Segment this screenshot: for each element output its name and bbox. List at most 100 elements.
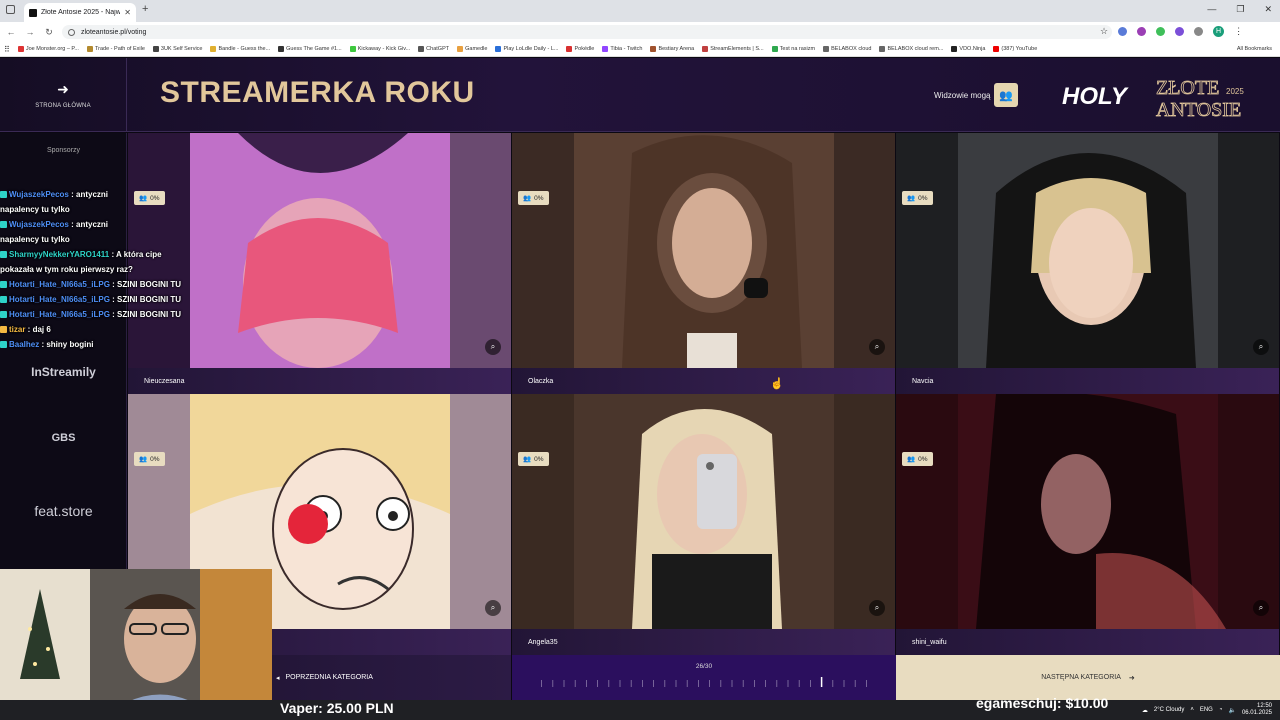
category-progress: 26/30 bbox=[512, 655, 896, 700]
nominee-card[interactable]: 👥 0% ⌕ Angela35 bbox=[512, 394, 895, 655]
bookmark-item[interactable]: BELABOX cloud bbox=[823, 46, 871, 52]
zoom-icon[interactable]: ⌕ bbox=[485, 600, 501, 616]
bookmark-item[interactable]: Joe Monster.org – P... bbox=[17, 46, 79, 52]
bookmark-item[interactable]: Trade - Path of Exile bbox=[86, 46, 145, 52]
close-window-icon[interactable]: ✕ bbox=[1264, 4, 1272, 15]
chat-username: Hotarti_Hate_NI66a5_iLPG bbox=[9, 295, 110, 304]
nominee-name: shini_waifu bbox=[896, 629, 1279, 655]
bookmark-star-icon[interactable]: ☆ bbox=[1100, 26, 1108, 37]
bookmark-item[interactable]: Gamedle bbox=[457, 46, 487, 52]
home-button[interactable]: ➜ STRONA GŁÓWNA bbox=[0, 58, 127, 132]
back-arrow-icon: ➜ bbox=[57, 81, 69, 97]
extension-icons: ☆ H ⋮ bbox=[1100, 26, 1243, 37]
bookmark-item[interactable]: BELABOX cloud rem... bbox=[879, 46, 943, 52]
reload-icon[interactable]: ↻ bbox=[41, 27, 57, 38]
chat-username: tizar bbox=[9, 325, 26, 334]
nominee-photo bbox=[896, 394, 1279, 629]
volume-icon[interactable]: 🔈 bbox=[1228, 707, 1235, 714]
tab-list-icon[interactable] bbox=[6, 5, 15, 14]
system-tray: ☁ 2°C Cloudy ˄ ENG ◔ 🔈 12:50 06.01.2025 bbox=[1142, 700, 1280, 720]
bookmark-item[interactable]: VDO.Ninja bbox=[951, 46, 985, 52]
zlote-antosie-logo: HOLY ZŁOTE 2025 ANTOSIE bbox=[1062, 77, 1244, 120]
new-tab-icon[interactable]: + bbox=[142, 3, 148, 15]
svg-text:ANTOSIE: ANTOSIE bbox=[1156, 99, 1241, 120]
chat-badge-icon bbox=[0, 311, 7, 319]
viewers-vote-button[interactable]: 👥 bbox=[994, 83, 1018, 107]
sponsor-instreamily-logo[interactable]: InStreamily bbox=[0, 365, 127, 379]
extension-icon[interactable] bbox=[1156, 27, 1166, 36]
browser-tab[interactable]: Złote Antosie 2025 - Największe ✕ bbox=[24, 3, 136, 22]
address-bar[interactable]: zloteantosie.pl/voting bbox=[62, 25, 1112, 39]
bookmark-item[interactable]: Tibia - Twitch bbox=[602, 46, 642, 52]
window-controls: — ❐ ✕ bbox=[1207, 4, 1272, 15]
browser-toolbar: ← → ↻ zloteantosie.pl/voting ☆ H ⋮ bbox=[0, 22, 1280, 42]
next-category-label: NASTĘPNA KATEGORIA bbox=[1041, 674, 1121, 681]
chat-text: napalency tu tylko bbox=[0, 205, 70, 214]
group-icon: 👥 bbox=[907, 456, 916, 463]
extension-icon[interactable] bbox=[1137, 27, 1147, 36]
close-tab-icon[interactable]: ✕ bbox=[124, 8, 131, 17]
chat-message: pokazała w tym roku pierwszy raz? bbox=[0, 262, 200, 277]
donation-vaper: Vaper: 25.00 PLN bbox=[280, 700, 394, 716]
browser-tab-bar: Złote Antosie 2025 - Największe ✕ + — ❐ … bbox=[0, 0, 1280, 22]
bookmark-item[interactable]: Bandle - Guess the... bbox=[210, 46, 270, 52]
group-icon: 👥 bbox=[523, 456, 532, 463]
bookmark-item[interactable]: Bestiary Arena bbox=[650, 46, 694, 52]
vote-percent-badge: 👥 0% bbox=[518, 452, 549, 466]
category-navigation: ◂ POPRZEDNIA KATEGORIA 26/30 NASTĘPNA KA… bbox=[128, 655, 1280, 700]
chat-text: : SZINI BOGINI TU bbox=[109, 310, 182, 319]
bookmark-item[interactable]: Play LoLdle Daily - L... bbox=[495, 46, 558, 52]
nominee-card[interactable]: 👥 0% ⌕ Olaczka bbox=[512, 133, 895, 394]
apps-grid-icon[interactable]: ⠿ bbox=[4, 45, 10, 54]
wifi-icon[interactable]: ◔ bbox=[1219, 707, 1223, 713]
nominee-name: Navcia bbox=[896, 368, 1279, 394]
page-header: ➜ STRONA GŁÓWNA STREAMERKA ROKU Widzowie… bbox=[0, 58, 1280, 132]
minimize-icon[interactable]: — bbox=[1207, 4, 1216, 15]
bookmark-item[interactable]: ChatGPT bbox=[418, 46, 449, 52]
chat-username: Hotarti_Hate_NI66a5_iLPG bbox=[9, 310, 110, 319]
extension-icon[interactable] bbox=[1175, 27, 1185, 36]
chat-text: : SZINI BOGINI TU bbox=[109, 280, 182, 289]
streamer-webcam bbox=[0, 569, 272, 720]
menu-icon[interactable]: ⋮ bbox=[1234, 26, 1243, 37]
zoom-icon[interactable]: ⌕ bbox=[1253, 600, 1269, 616]
clock[interactable]: 12:50 06.01.2025 bbox=[1242, 703, 1272, 717]
bookmark-item[interactable]: Kickaway - Kick Giv... bbox=[349, 46, 410, 52]
language-indicator[interactable]: ENG bbox=[1200, 707, 1213, 713]
extension-icon[interactable] bbox=[1118, 27, 1128, 36]
sponsor-featstore-logo[interactable]: feat.store bbox=[0, 503, 127, 519]
chat-username: WujaszekPecos bbox=[9, 190, 69, 199]
maximize-icon[interactable]: ❐ bbox=[1236, 4, 1244, 15]
sponsors-header: Sponsorzy bbox=[46, 147, 81, 154]
zoom-icon[interactable]: ⌕ bbox=[485, 339, 501, 355]
tab-title: Złote Antosie 2025 - Największe bbox=[41, 9, 121, 16]
nominee-photo bbox=[512, 394, 895, 629]
viewers-label: Widzowie mogą bbox=[934, 91, 991, 100]
vote-percent-badge: 👥 0% bbox=[902, 452, 933, 466]
bookmark-item[interactable]: StreamElements | S... bbox=[702, 46, 764, 52]
forward-icon[interactable]: → bbox=[22, 27, 38, 37]
zoom-icon[interactable]: ⌕ bbox=[869, 339, 885, 355]
next-category-button[interactable]: NASTĘPNA KATEGORIA ➜ bbox=[896, 655, 1280, 700]
zoom-icon[interactable]: ⌕ bbox=[869, 600, 885, 616]
vote-percent-badge: 👥 0% bbox=[134, 452, 165, 466]
tray-chevron-icon[interactable]: ˄ bbox=[1190, 707, 1194, 713]
nominee-card[interactable]: 👥 0% ⌕ Navcia bbox=[896, 133, 1279, 394]
site-info-icon[interactable] bbox=[68, 28, 75, 36]
bookmark-item[interactable]: Guess The Game #1... bbox=[278, 46, 342, 52]
back-icon[interactable]: ← bbox=[3, 27, 19, 37]
extensions-puzzle-icon[interactable] bbox=[1194, 27, 1204, 36]
nominee-photo bbox=[512, 133, 895, 368]
sponsor-gbs-logo[interactable]: GBS bbox=[0, 432, 127, 444]
profile-avatar[interactable]: H bbox=[1213, 26, 1225, 37]
bookmark-item[interactable]: (387) YouTube bbox=[993, 46, 1037, 52]
nominee-card[interactable]: 👥 0% ⌕ shini_waifu bbox=[896, 394, 1279, 655]
bookmark-item[interactable]: Test na rasizm bbox=[771, 46, 815, 52]
zoom-icon[interactable]: ⌕ bbox=[1253, 339, 1269, 355]
bookmark-item[interactable]: Pokédle bbox=[566, 46, 594, 52]
bookmark-item[interactable]: 3UK Self Service bbox=[152, 46, 202, 52]
chat-username: SharmyyNekkerYARO1411 bbox=[9, 250, 110, 259]
all-bookmarks-button[interactable]: All Bookmarks bbox=[1236, 46, 1272, 52]
chat-message: Hotarti_Hate_NI66a5_iLPG : SZINI BOGINI … bbox=[0, 292, 200, 307]
weather-icon: ☁ bbox=[1141, 707, 1148, 714]
